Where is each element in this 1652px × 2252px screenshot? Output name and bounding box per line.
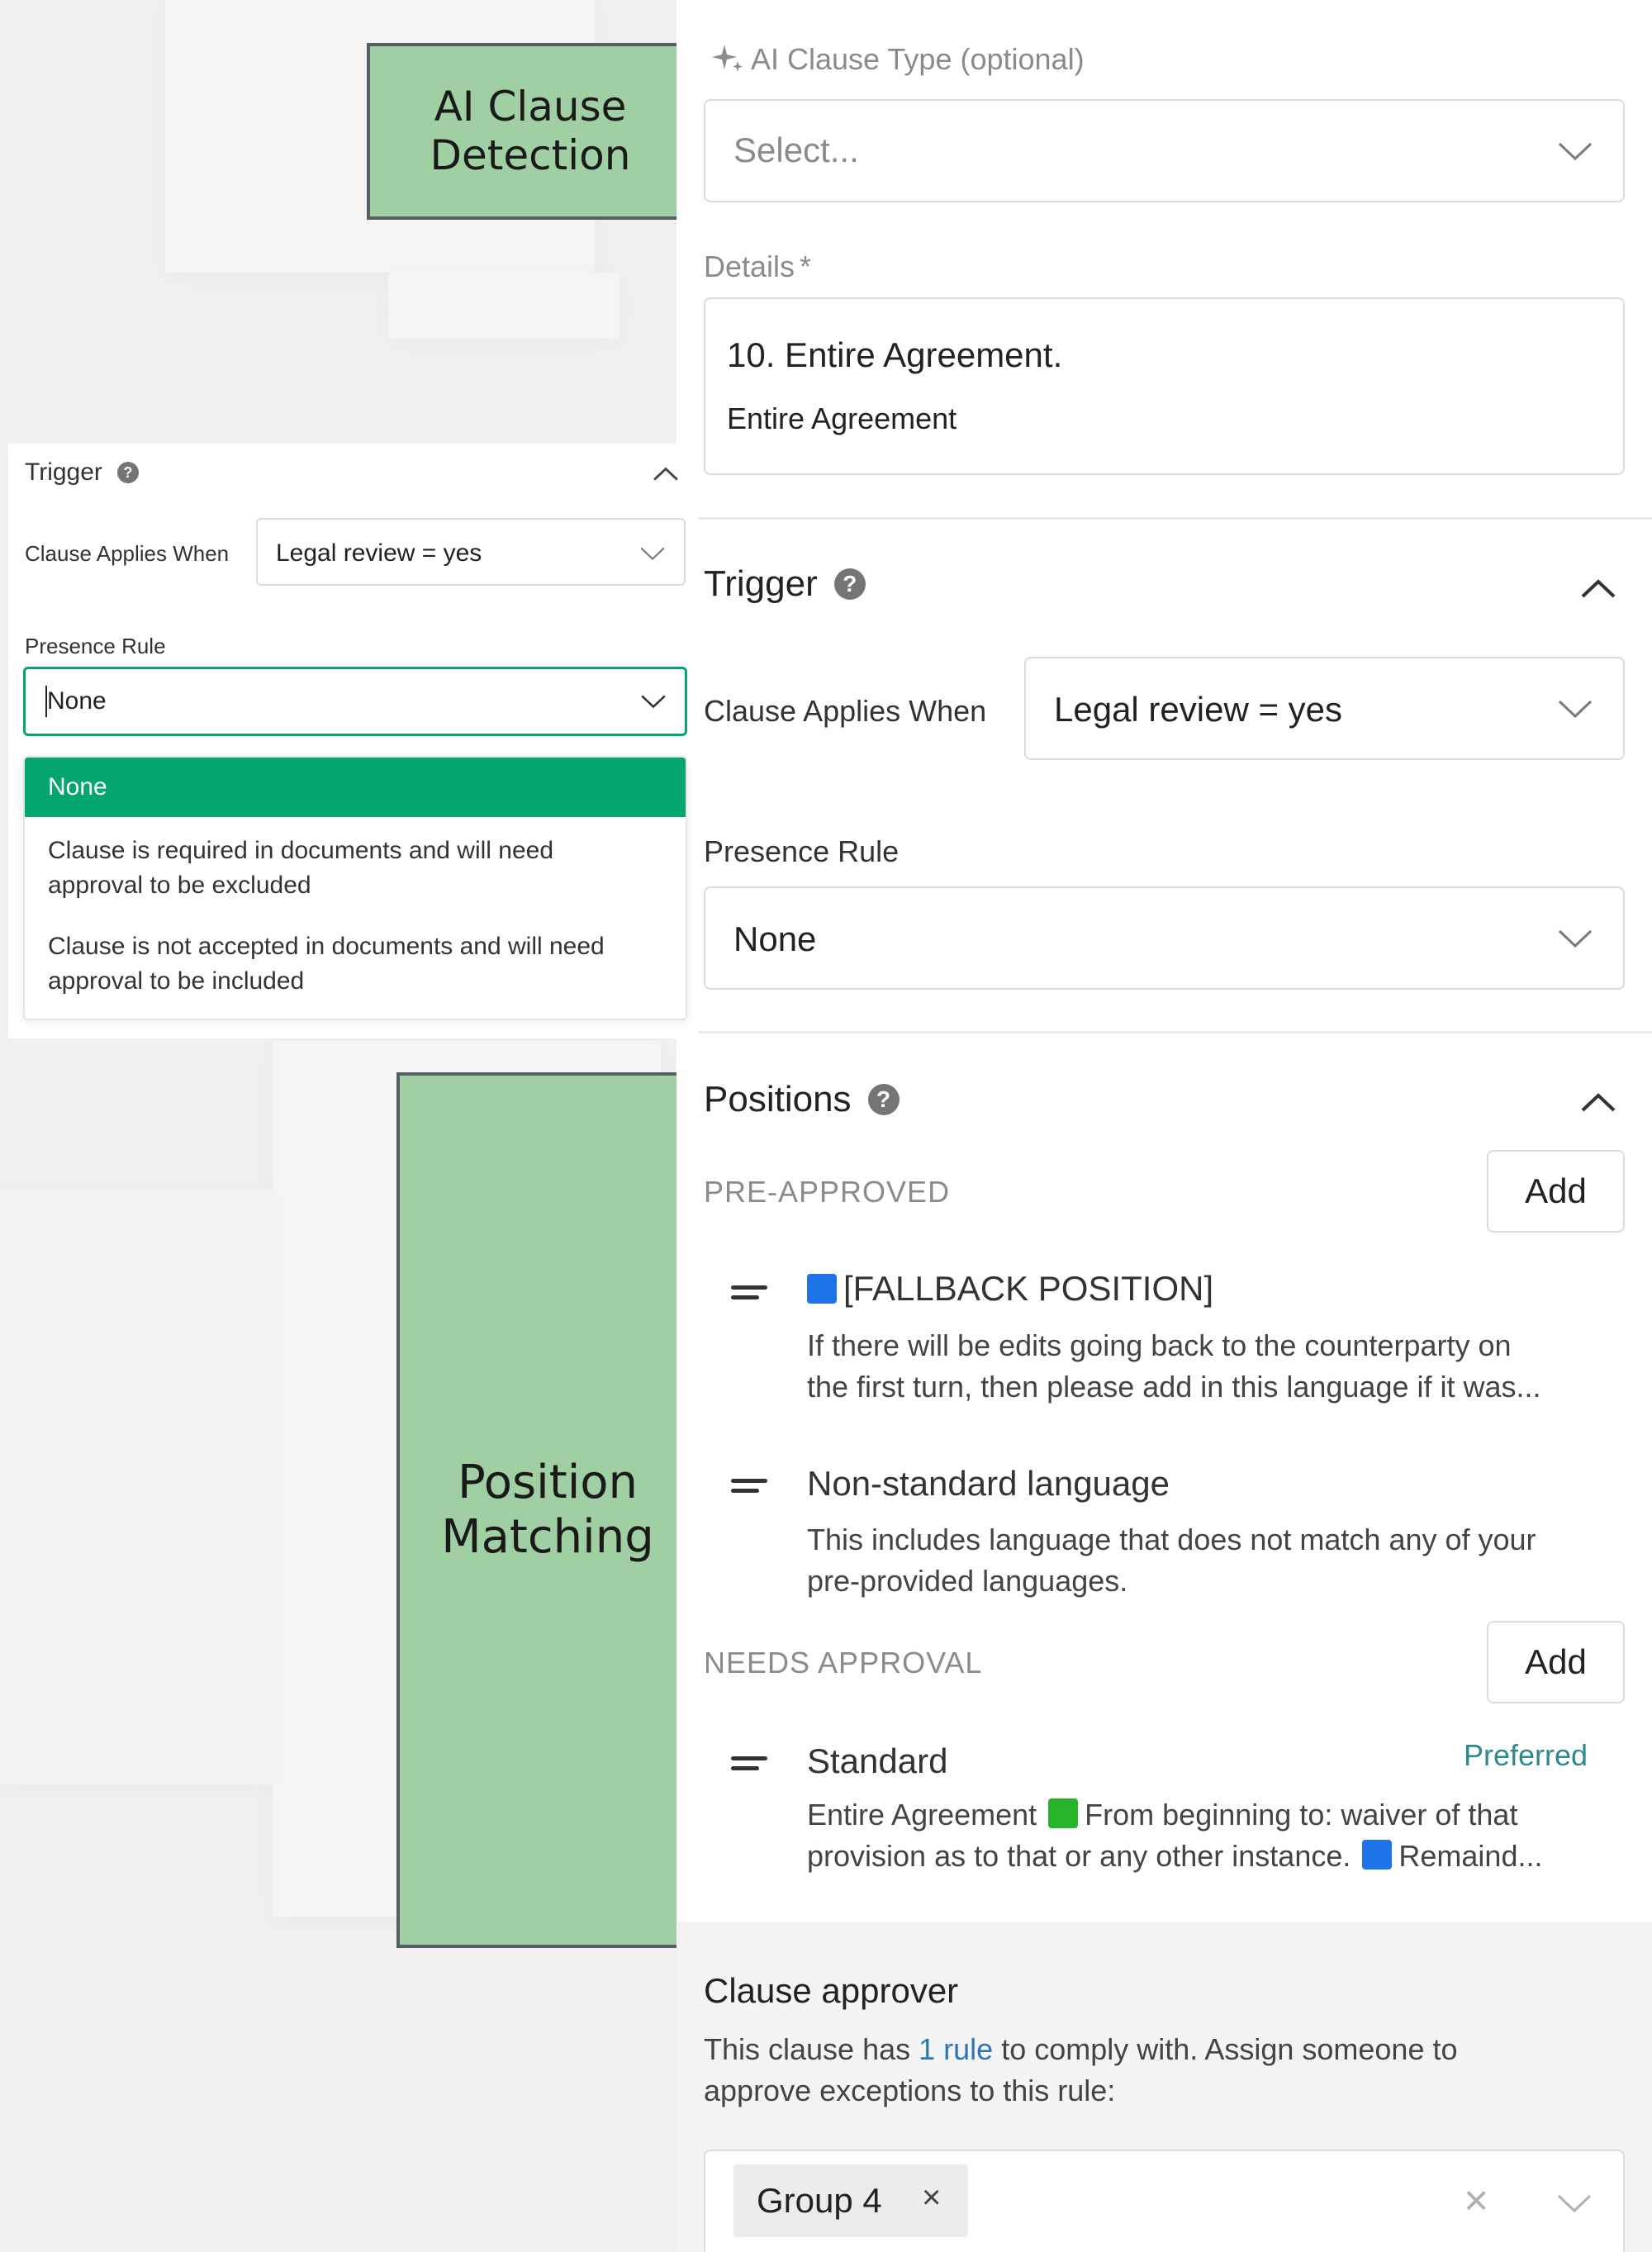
chevron-down-icon (640, 692, 667, 710)
clause-approver-title: Clause approver (704, 1971, 959, 2010)
details-line-2: Entire Agreement (727, 401, 957, 435)
callout-position-matching: Position Matching (396, 1072, 699, 1948)
details-label: Details (704, 249, 795, 283)
pre-approved-label: PRE-APPROVED (704, 1175, 951, 1209)
section-divider (676, 1031, 1652, 1033)
inset-clause-applies-select[interactable]: Legal review = yes (256, 518, 686, 586)
inset-trigger-header[interactable]: Trigger ? (25, 458, 139, 487)
position-item-3-title[interactable]: Standard (807, 1741, 947, 1781)
chevron-down-icon (1557, 139, 1593, 164)
positions-title: Positions (704, 1079, 852, 1119)
position-item-1-line-1: If there will be edits going back to the… (807, 1328, 1512, 1362)
required-mark: * (800, 249, 812, 283)
presence-rule-value: None (733, 919, 817, 958)
presence-rule-label: Presence Rule (704, 834, 900, 868)
help-icon[interactable]: ? (867, 1084, 900, 1115)
callout-position-label: Position Matching (441, 1455, 654, 1564)
position-item-1-line-2: the first turn, then please add in this … (807, 1370, 1541, 1404)
blue-square-icon (807, 1274, 837, 1304)
callout-ai-clause-detection: AI Clause Detection (367, 43, 694, 220)
inset-clause-applies-label: Clause Applies When (25, 541, 230, 566)
dropdown-option-required[interactable]: Clause is required in documents and will… (25, 834, 686, 903)
chevron-down-icon (639, 544, 666, 563)
clause-applies-value: Legal review = yes (1054, 690, 1343, 729)
needs-approval-label: NEEDS APPROVAL (704, 1646, 983, 1679)
chevron-down-icon[interactable] (1556, 2191, 1593, 2216)
dropdown-option-not-accepted[interactable]: Clause is not accepted in documents and … (25, 929, 686, 999)
clause-approver-section: Clause approver This clause has 1 rule t… (676, 1922, 1652, 2252)
clause-approver-text-1: This clause has 1 rule to comply with. A… (704, 2032, 1458, 2067)
approver-select[interactable]: Group 4 × × (704, 2150, 1625, 2252)
section-divider (676, 517, 1652, 520)
details-textarea[interactable]: 10. Entire Agreement. Entire Agreement (704, 297, 1625, 475)
help-icon[interactable]: ? (116, 462, 139, 483)
chevron-down-icon (1557, 696, 1593, 721)
green-square-icon (1048, 1798, 1079, 1828)
dropdown-option-none[interactable]: None (25, 758, 686, 817)
clause-approver-text-2: approve exceptions to this rule: (704, 2074, 1116, 2107)
inset-presence-rule-value: None (47, 687, 107, 715)
positions-header[interactable]: Positions ? (704, 1079, 900, 1120)
trigger-title: Trigger (704, 563, 818, 604)
add-needs-approval-button[interactable]: Add (1487, 1621, 1625, 1703)
approver-text-b: to comply with. Assign someone to (1001, 2032, 1458, 2066)
help-icon[interactable]: ? (833, 568, 866, 600)
group-chip-label: Group 4 (757, 2181, 882, 2220)
background-card (388, 273, 620, 339)
callout-ai-label: AI Clause Detection (430, 83, 631, 179)
chip-remove-icon[interactable]: × (922, 2179, 941, 2216)
position-item-1-title: [FALLBACK POSITION] (843, 1269, 1214, 1308)
chevron-down-icon (1557, 926, 1593, 951)
background-card (0, 1190, 273, 1784)
ai-clause-type-placeholder: Select... (733, 131, 859, 169)
position-item-2-line-1: This includes language that does not mat… (807, 1523, 1536, 1556)
drag-handle-icon[interactable] (731, 1479, 767, 1499)
presence-rule-select[interactable]: None (704, 886, 1625, 990)
position-item-2-title[interactable]: Non-standard language (807, 1464, 1170, 1504)
position-item-2-line-2: pre-provided languages. (807, 1564, 1128, 1598)
details-line-1: 10. Entire Agreement. (727, 335, 1063, 374)
details-label-row: Details * (704, 249, 811, 284)
position-item-3-line-1: Entire Agreement From beginning to: waiv… (807, 1798, 1517, 1832)
position-item-3-line-1-a: Entire Agreement (807, 1798, 1037, 1832)
ai-clause-type-label: AI Clause Type (optional) (751, 42, 1085, 76)
clause-applies-label: Clause Applies When (704, 694, 987, 728)
clause-applies-select[interactable]: Legal review = yes (1024, 657, 1625, 760)
inset-presence-rule-label: Presence Rule (25, 634, 166, 658)
position-item-3-line-1-b: From beginning to: waiver of that (1085, 1798, 1518, 1832)
clear-icon[interactable]: × (1464, 2176, 1488, 2226)
ai-clause-type-select[interactable]: Select... (704, 99, 1625, 202)
clause-editor-panel: AI Clause Type (optional) Select... Deta… (676, 0, 1652, 2252)
presence-rule-dropdown: None Clause is required in documents and… (23, 756, 687, 1020)
add-pre-approved-button[interactable]: Add (1487, 1150, 1625, 1233)
drag-handle-icon[interactable] (731, 1756, 767, 1776)
chevron-up-icon[interactable] (653, 465, 679, 483)
sparkle-icon (710, 41, 746, 78)
group-chip[interactable]: Group 4 × (733, 2164, 968, 2237)
position-item-title[interactable]: [FALLBACK POSITION] (807, 1269, 1213, 1309)
blue-square-icon (1362, 1840, 1393, 1870)
inset-presence-rule-select[interactable]: None (23, 667, 687, 736)
chevron-up-icon[interactable] (1580, 1090, 1616, 1115)
drag-handle-icon[interactable] (731, 1285, 767, 1305)
chevron-up-icon[interactable] (1580, 577, 1616, 601)
rule-link[interactable]: 1 rule (919, 2032, 993, 2066)
approver-text-a: This clause has (704, 2032, 911, 2066)
position-item-3-line-2: provision as to that or any other instan… (807, 1839, 1542, 1874)
ai-clause-type-label-row: AI Clause Type (optional) (710, 41, 1085, 78)
inset-clause-applies-value: Legal review = yes (276, 539, 482, 567)
position-item-3-line-2-a: provision as to that or any other instan… (807, 1839, 1351, 1873)
trigger-header[interactable]: Trigger ? (704, 563, 866, 605)
inset-trigger-title: Trigger (25, 458, 102, 486)
position-item-3-line-2-b: Remaind... (1398, 1839, 1543, 1873)
preferred-badge: Preferred (1464, 1738, 1588, 1772)
